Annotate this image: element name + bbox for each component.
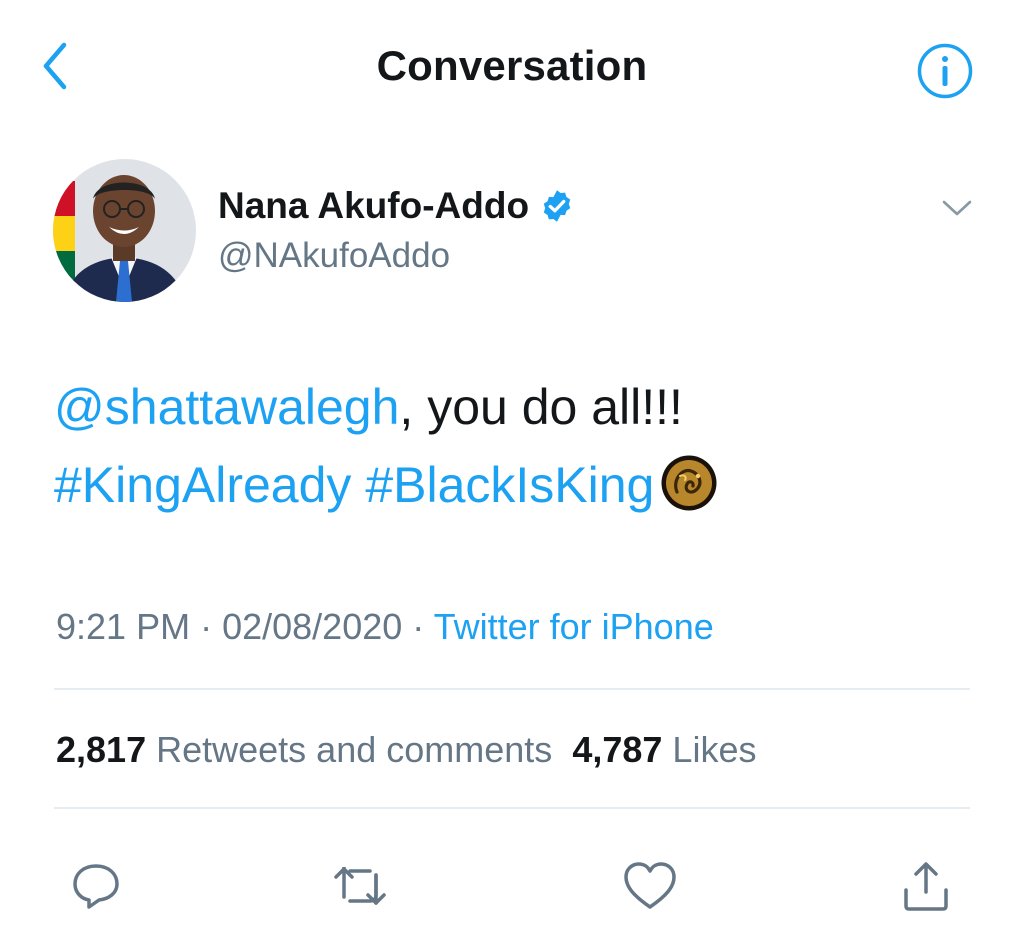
retweets-count: 2,817 <box>56 729 147 770</box>
likes-count: 4,787 <box>572 729 663 770</box>
reply-icon <box>73 864 119 909</box>
verified-badge-icon <box>543 190 571 222</box>
author-name: Nana Akufo-Addo <box>218 185 530 226</box>
likes-stat[interactable]: 4,787 Likes <box>572 729 756 770</box>
tweet-stats: 2,817 Retweets and comments 4,787 Likes <box>56 726 756 774</box>
author-name-row[interactable]: Nana Akufo-Addo <box>218 182 575 230</box>
likes-label: Likes <box>672 729 757 770</box>
tweet-meta: 9:21 PM · 02/08/2020 · Twitter for iPhon… <box>56 603 714 651</box>
retweets-label: Retweets and comments <box>156 729 553 770</box>
profile-photo <box>53 159 196 302</box>
share-icon <box>904 862 948 911</box>
reply-button[interactable] <box>66 856 126 916</box>
hashtag-link[interactable]: #KingAlready <box>54 457 351 513</box>
tweet-text-body: , you do all!!! <box>399 379 683 435</box>
page-title: Conversation <box>376 42 648 89</box>
more-options-button[interactable] <box>935 188 979 228</box>
black-is-king-hashflag-icon <box>661 455 717 511</box>
meta-separator: · <box>190 606 223 647</box>
chevron-down-icon <box>942 200 972 216</box>
tweet-date: 02/08/2020 <box>222 606 403 647</box>
mention-link[interactable]: @shattawalegh <box>54 379 399 435</box>
author-handle[interactable]: @NAkufoAddo <box>218 232 450 280</box>
retweet-icon <box>334 867 386 905</box>
chevron-left-icon <box>43 42 67 90</box>
like-button[interactable] <box>620 856 680 916</box>
retweets-stat[interactable]: 2,817 Retweets and comments <box>56 729 552 770</box>
back-button[interactable] <box>30 38 80 94</box>
divider <box>54 807 970 809</box>
hashtag-link[interactable]: #BlackIsKing <box>365 457 654 513</box>
info-icon <box>917 43 973 99</box>
like-icon <box>624 862 676 909</box>
tweet-text: @shattawalegh, you do all!!! #KingAlread… <box>54 368 984 524</box>
share-button[interactable] <box>896 856 956 916</box>
avatar[interactable] <box>53 159 196 302</box>
meta-separator: · <box>402 606 434 647</box>
tweet-time: 9:21 PM <box>56 606 191 647</box>
retweet-button[interactable] <box>330 856 390 916</box>
divider <box>54 688 970 690</box>
tweet-source-link[interactable]: Twitter for iPhone <box>434 606 714 647</box>
info-button[interactable] <box>916 42 974 100</box>
